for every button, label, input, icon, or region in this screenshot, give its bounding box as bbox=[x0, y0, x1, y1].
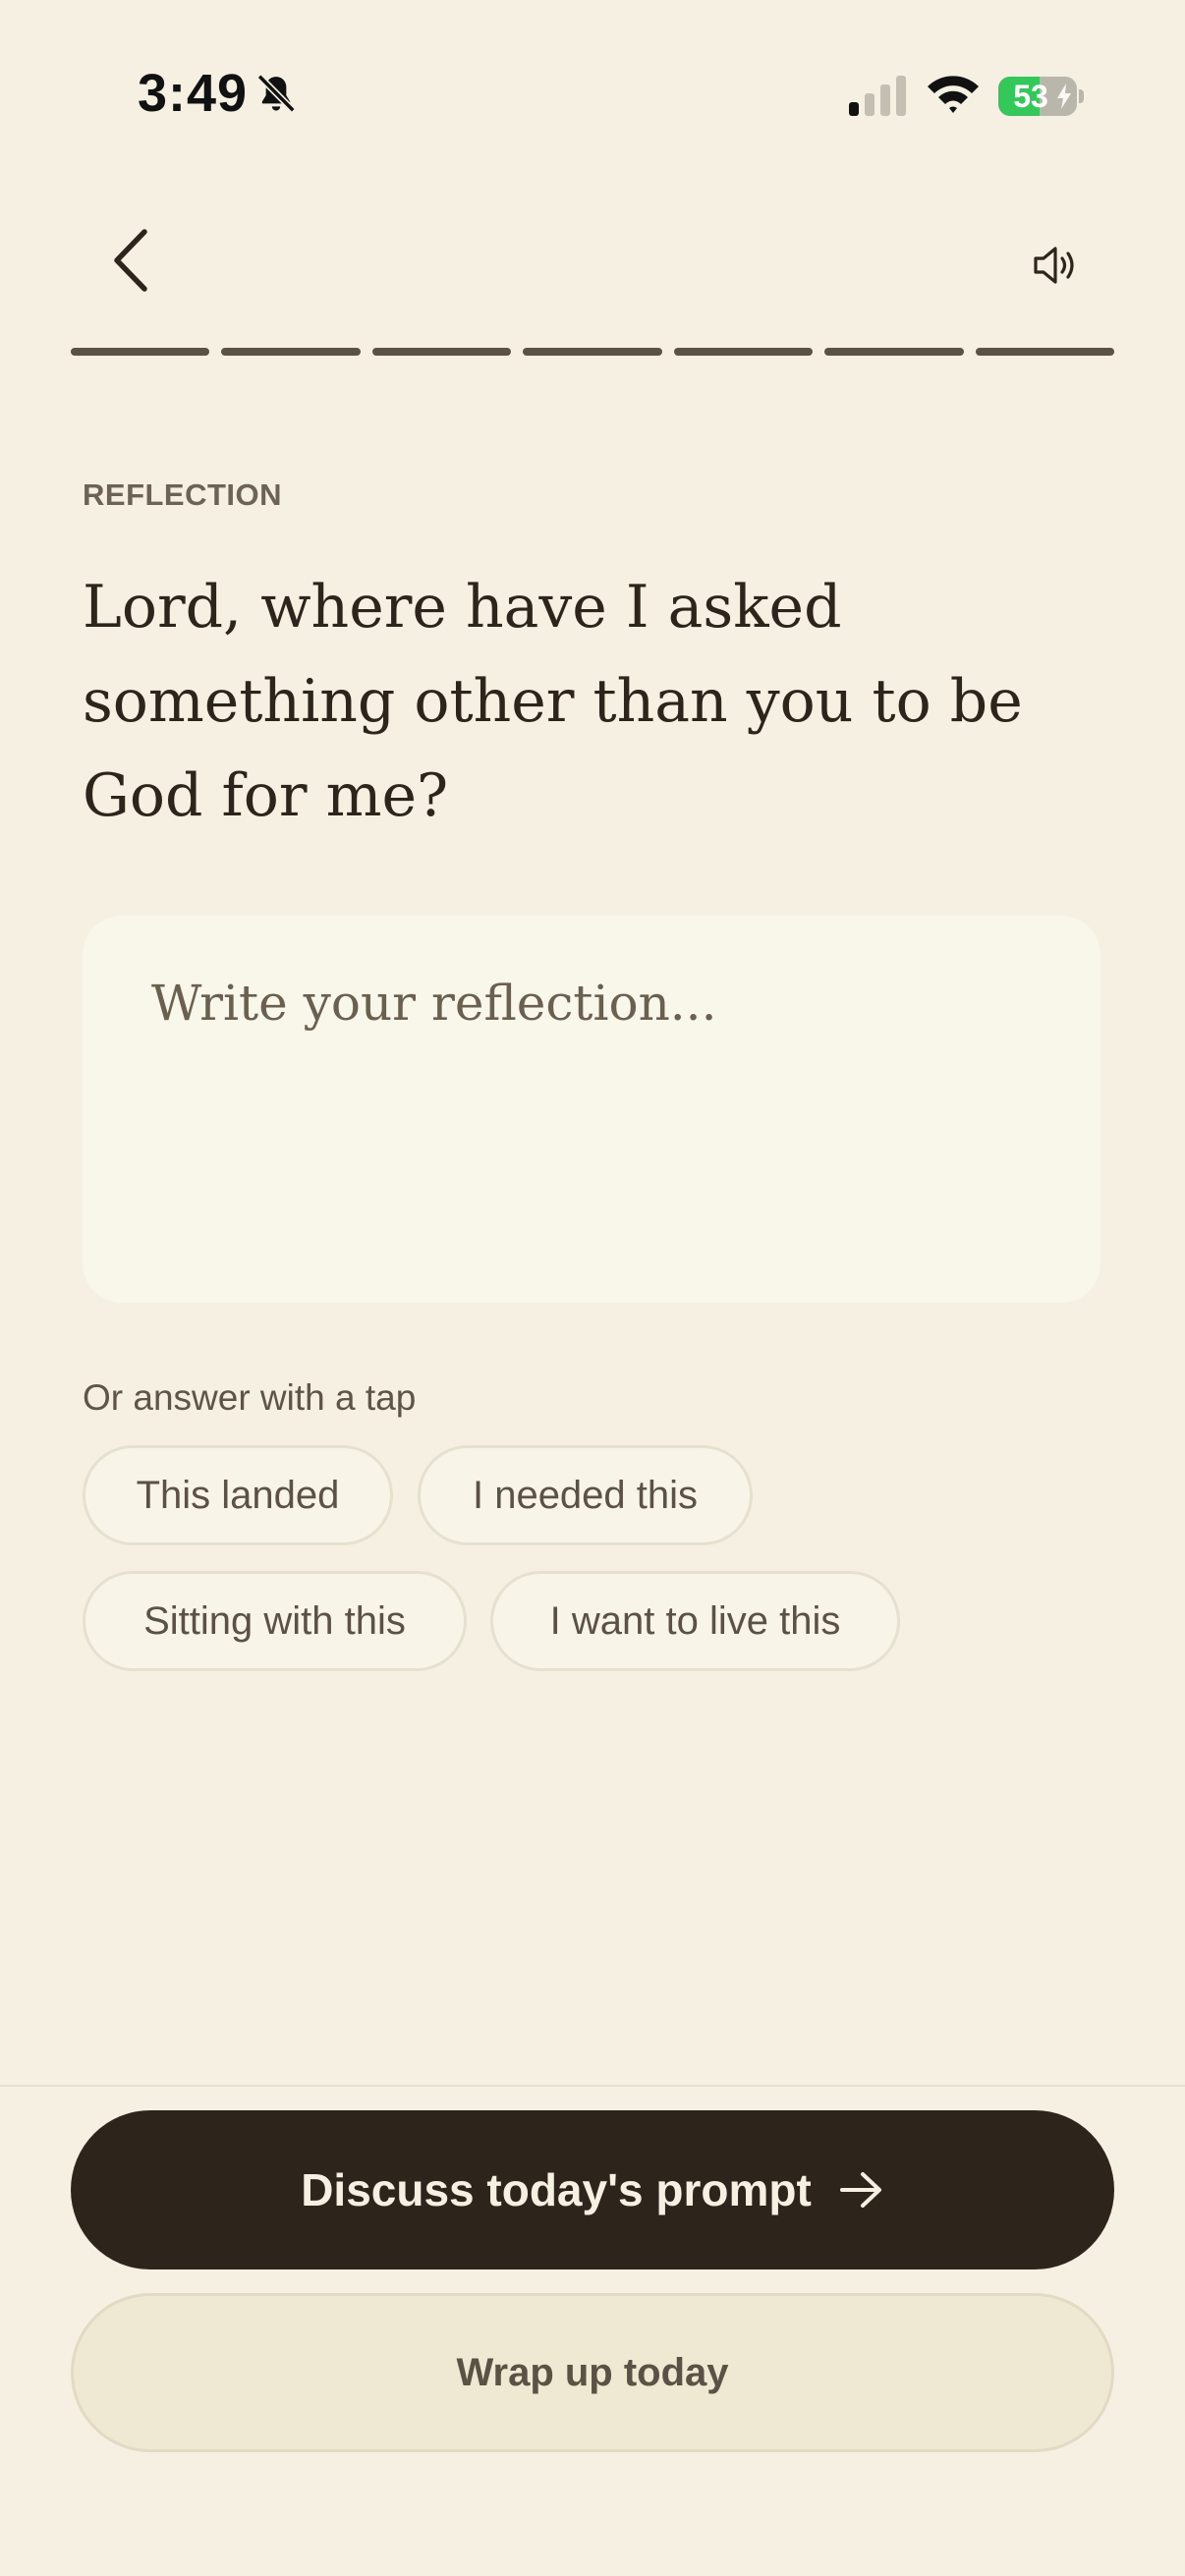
reflection-prompt: Lord, where have I asked something other… bbox=[83, 573, 1023, 830]
quick-answer-i-want-to-live-this[interactable]: I want to live this bbox=[490, 1571, 900, 1671]
quick-answer-label: Or answer with a tap bbox=[83, 1377, 417, 1418]
chevron-left-icon bbox=[114, 229, 147, 292]
back-button[interactable] bbox=[90, 216, 169, 305]
progress-segment bbox=[371, 348, 512, 356]
cellular-signal-icon bbox=[849, 76, 906, 116]
progress-segment bbox=[523, 348, 662, 356]
wifi-icon bbox=[928, 76, 979, 113]
status-time: 3:49 bbox=[138, 64, 249, 123]
battery-nub bbox=[1079, 89, 1084, 103]
bell-slash-icon bbox=[256, 74, 296, 113]
step-progress-bar bbox=[71, 348, 1114, 356]
battery-level: 53 bbox=[1013, 79, 1048, 114]
progress-segment bbox=[71, 348, 210, 356]
quick-answer-sitting-with-this[interactable]: Sitting with this bbox=[83, 1571, 467, 1671]
quick-answer-i-needed-this[interactable]: I needed this bbox=[418, 1445, 753, 1545]
quick-answer-this-landed[interactable]: This landed bbox=[83, 1445, 393, 1545]
progress-segment bbox=[975, 348, 1114, 356]
speaker-icon bbox=[1034, 247, 1074, 284]
speaker-button[interactable] bbox=[1022, 236, 1093, 295]
wrap-up-label: Wrap up today bbox=[456, 2350, 729, 2394]
progress-segment bbox=[673, 348, 814, 356]
progress-segment bbox=[824, 348, 964, 356]
bottom-divider bbox=[0, 2085, 1185, 2087]
battery-icon: 53 bbox=[998, 77, 1077, 116]
reflection-input[interactable] bbox=[83, 916, 1100, 1303]
progress-segment bbox=[221, 348, 361, 356]
discuss-prompt-button[interactable]: Discuss today's prompt bbox=[71, 2110, 1114, 2269]
charging-bolt-icon bbox=[1057, 84, 1071, 109]
discuss-prompt-label: Discuss today's prompt bbox=[301, 2164, 812, 2215]
wrap-up-button[interactable]: Wrap up today bbox=[71, 2293, 1114, 2452]
section-label: REFLECTION bbox=[83, 477, 283, 512]
arrow-right-icon bbox=[839, 2172, 881, 2208]
